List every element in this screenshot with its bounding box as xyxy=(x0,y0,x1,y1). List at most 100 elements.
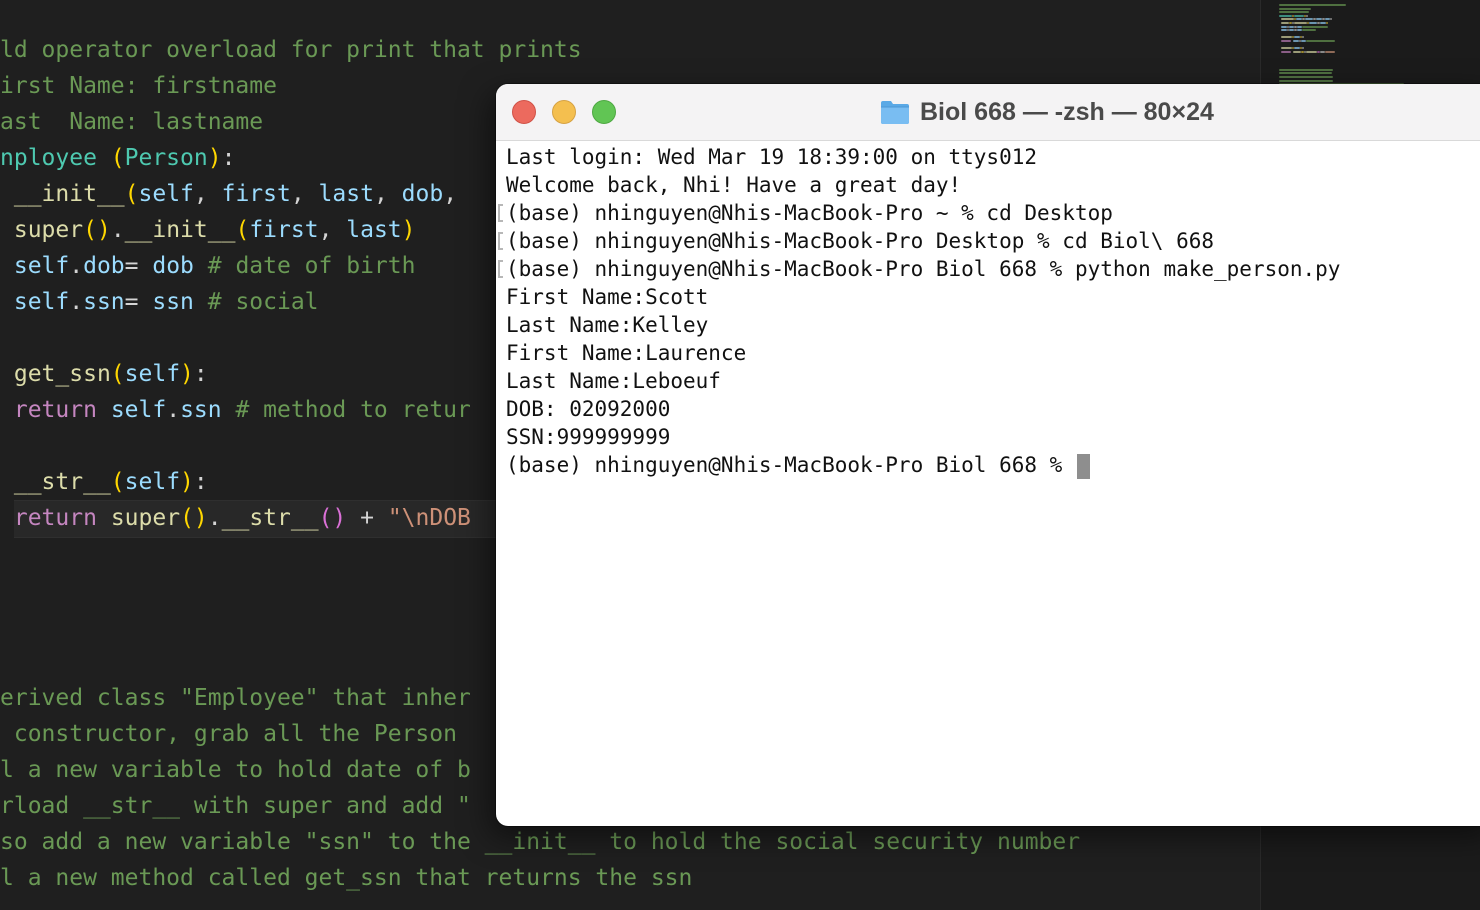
terminal-line: First Name:Scott xyxy=(506,283,708,311)
code-token: ( xyxy=(110,361,125,387)
window-title: Biol 668 — -zsh — 80×24 xyxy=(920,97,1214,126)
terminal-line: SSN:999999999 xyxy=(506,423,670,451)
code-token: . xyxy=(110,217,125,243)
minimap-stroke xyxy=(1279,79,1333,82)
code-token: self xyxy=(138,181,194,207)
code-token: . xyxy=(207,505,222,531)
code-line: get_ssn(self): xyxy=(0,356,208,392)
terminal-line-text: SSN:999999999 xyxy=(506,425,671,449)
code-token: "\nDOB xyxy=(387,505,471,531)
code-line: __str__(self): xyxy=(0,464,208,500)
code-line: constructor, grab all the Person xyxy=(0,716,457,752)
code-line: ld operator overload for print that prin… xyxy=(0,32,582,68)
code-token: ( xyxy=(110,469,125,495)
code-token: + xyxy=(346,505,388,531)
terminal-line-text: Last Name:Kelley xyxy=(506,313,709,337)
minimap-stroke xyxy=(1305,18,1313,21)
minimap-stroke xyxy=(1309,22,1317,24)
code-token: , xyxy=(193,181,222,207)
code-token: () xyxy=(318,505,347,531)
code-line: so add a new variable "ssn" to the __ini… xyxy=(0,824,1080,860)
code-token: ( xyxy=(110,145,125,171)
code-token: first xyxy=(249,217,319,243)
code-token: , xyxy=(443,181,458,207)
code-token: , xyxy=(290,181,319,207)
code-token: constructor, grab all the Person xyxy=(0,721,457,747)
minimap-stroke xyxy=(1281,40,1291,42)
code-token: ( xyxy=(124,181,139,207)
minimap-stroke xyxy=(1279,11,1309,14)
terminal-line-text: Welcome back, Nhi! Have a great day! xyxy=(506,173,962,197)
code-line: return super().__str__() + "\nDOB xyxy=(0,500,471,536)
code-token: dob xyxy=(83,253,125,279)
code-token: . xyxy=(69,289,84,315)
minimap-stroke xyxy=(1294,22,1307,24)
terminal-line-text: (base) nhinguyen@Nhis-MacBook-Pro Biol 6… xyxy=(506,453,1075,477)
code-token: self xyxy=(13,289,70,315)
terminal-cursor[interactable] xyxy=(1076,453,1090,479)
code-token: l a new variable to hold date of b xyxy=(0,757,471,783)
code-token: erived class "Employee" that inher xyxy=(0,685,471,711)
code-line: erived class "Employee" that inher xyxy=(0,680,471,716)
minimap-stroke xyxy=(1302,25,1328,28)
code-token: return xyxy=(13,397,97,423)
terminal-titlebar[interactable]: Biol 668 — -zsh — 80×24 xyxy=(496,84,1480,141)
minimap-stroke xyxy=(1281,22,1289,24)
minimap-stroke xyxy=(1294,14,1304,17)
code-token: ( xyxy=(235,217,250,243)
terminal-line: Last login: Wed Mar 19 18:39:00 on ttys0… xyxy=(506,143,1037,171)
code-token: get_ssn xyxy=(13,361,111,387)
terminal-line: (base) nhinguyen@Nhis-MacBook-Pro ~ % cd… xyxy=(506,199,1113,227)
terminal-line: Last Name:Leboeuf xyxy=(506,367,721,395)
code-line: self.dob= dob # date of birth xyxy=(0,248,416,284)
command-mark xyxy=(498,204,503,222)
code-token: ssn xyxy=(152,289,194,315)
code-token: = xyxy=(124,289,153,315)
code-token: return xyxy=(13,505,97,531)
close-button[interactable] xyxy=(512,100,536,124)
maximize-button[interactable] xyxy=(592,100,616,124)
code-token: Person xyxy=(124,145,208,171)
code-token: self xyxy=(110,397,167,423)
minimap-stroke xyxy=(1279,14,1292,17)
minimap-stroke xyxy=(1306,14,1308,17)
code-token: __str__ xyxy=(13,469,111,495)
code-line: rload __str__ with super and add " xyxy=(0,788,471,824)
code-line: nployee (Person): xyxy=(0,140,235,176)
code-token: nployee xyxy=(0,145,111,171)
code-token: . xyxy=(69,253,84,279)
code-token: super xyxy=(13,217,84,243)
minimap-stroke xyxy=(1281,36,1292,39)
minimap-stroke xyxy=(1279,76,1333,78)
code-line: l a new variable to hold date of b xyxy=(0,752,471,788)
code-token: ) xyxy=(401,217,416,243)
minimap-stroke xyxy=(1302,47,1304,50)
terminal-line-text: (base) nhinguyen@Nhis-MacBook-Pro ~ % cd… xyxy=(506,201,1113,225)
code-line: self.ssn= ssn # social xyxy=(0,284,319,320)
terminal-line-text: Last login: Wed Mar 19 18:39:00 on ttys0… xyxy=(506,145,1038,169)
minimize-button[interactable] xyxy=(552,100,576,124)
terminal-line-text: (base) nhinguyen@Nhis-MacBook-Pro Biol 6… xyxy=(506,257,1341,281)
terminal-line-text: First Name:Laurence xyxy=(506,341,747,365)
terminal-prompt-line: (base) nhinguyen@Nhis-MacBook-Pro Biol 6… xyxy=(506,451,1090,479)
code-token: __str__ xyxy=(221,505,319,531)
terminal-output[interactable]: Last login: Wed Mar 19 18:39:00 on ttys0… xyxy=(496,141,1480,826)
code-token: dob xyxy=(401,181,444,207)
code-token: , xyxy=(318,217,347,243)
minimap-stroke xyxy=(1281,50,1291,53)
code-token: ) xyxy=(180,469,194,495)
folder-icon xyxy=(881,101,909,124)
code-token: __init__ xyxy=(124,217,236,243)
code-token: ld operator overload for print that prin… xyxy=(0,37,582,63)
code-token: l a new method called get_ssn that retur… xyxy=(0,865,693,891)
minimap-stroke xyxy=(1306,40,1335,42)
terminal-window[interactable]: Biol 668 — -zsh — 80×24 Last login: Wed … xyxy=(496,84,1480,826)
code-token: # method to retur xyxy=(221,397,471,423)
